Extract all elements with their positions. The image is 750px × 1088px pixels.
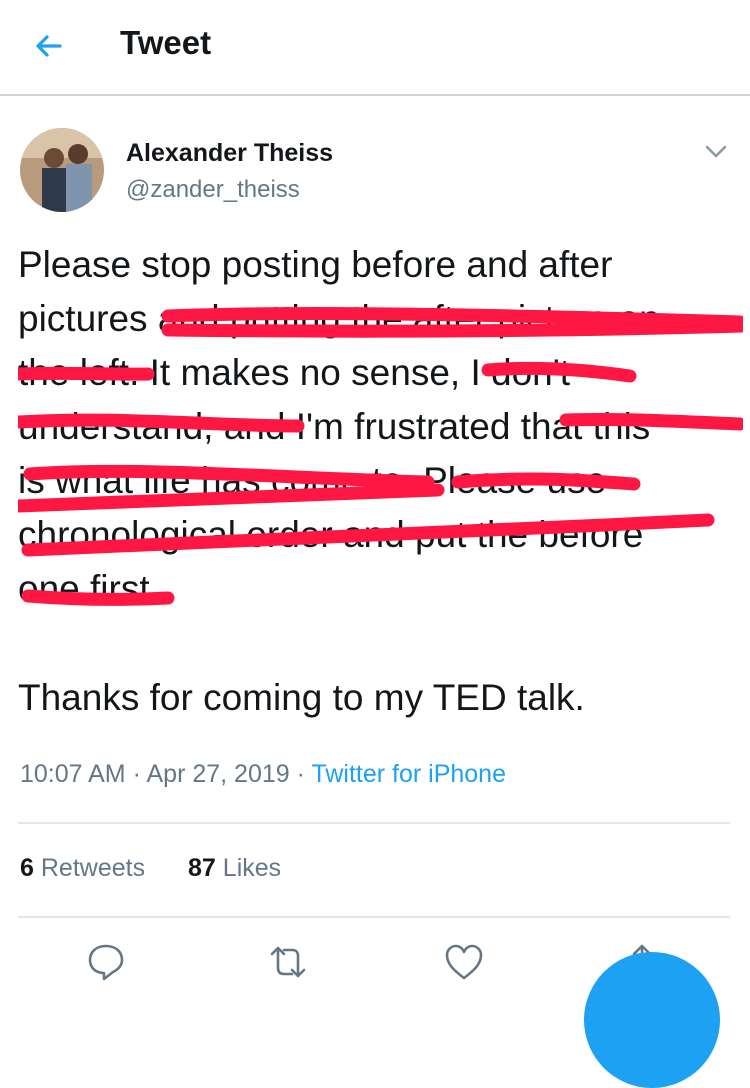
- tweet-line: understand, and I'm frustrated that this: [18, 406, 651, 447]
- retweets-stat[interactable]: 6 Retweets: [20, 854, 145, 883]
- like-icon[interactable]: [444, 942, 484, 982]
- retweets-count: 6: [20, 854, 34, 882]
- divider: [18, 916, 730, 918]
- tweet-stats: 6 Retweets 87 Likes: [20, 854, 281, 883]
- chevron-down-icon[interactable]: [702, 140, 730, 164]
- tweet-line: Please stop posting before and after: [18, 244, 613, 285]
- separator: ·: [132, 760, 147, 788]
- tweet-source-link[interactable]: Twitter for iPhone: [311, 760, 506, 788]
- likes-count: 87: [188, 854, 216, 882]
- tweet-line: the left. It makes no sense, I don't: [18, 352, 571, 393]
- header-bar: Tweet: [0, 0, 750, 96]
- divider: [18, 822, 730, 824]
- tweet-line: one first.: [18, 568, 160, 609]
- retweet-icon[interactable]: [268, 942, 308, 982]
- tweet-line: chronological order and put the before: [18, 514, 644, 555]
- arrow-left-icon[interactable]: [30, 28, 66, 64]
- page-title: Tweet: [120, 24, 212, 61]
- reply-icon[interactable]: [86, 942, 126, 982]
- compose-button[interactable]: [584, 952, 720, 1088]
- tweet-meta: 10:07 AM · Apr 27, 2019 · Twitter for iP…: [20, 760, 506, 789]
- author-name[interactable]: Alexander Theiss: [126, 139, 333, 168]
- tweet-time: 10:07 AM: [20, 760, 126, 788]
- author-handle[interactable]: @zander_theiss: [126, 176, 300, 204]
- tweet-date: Apr 27, 2019: [146, 760, 290, 788]
- likes-label: Likes: [222, 854, 282, 882]
- retweets-label: Retweets: [40, 854, 146, 882]
- tweet-line: pictures and putting the after picture o…: [18, 298, 660, 339]
- likes-stat[interactable]: 87 Likes: [188, 854, 281, 883]
- tweet-closing-line: Thanks for coming to my TED talk.: [18, 677, 585, 718]
- tweet-line: is what life has come to. Please use: [18, 460, 607, 501]
- avatar[interactable]: [20, 128, 104, 212]
- separator: ·: [296, 760, 312, 788]
